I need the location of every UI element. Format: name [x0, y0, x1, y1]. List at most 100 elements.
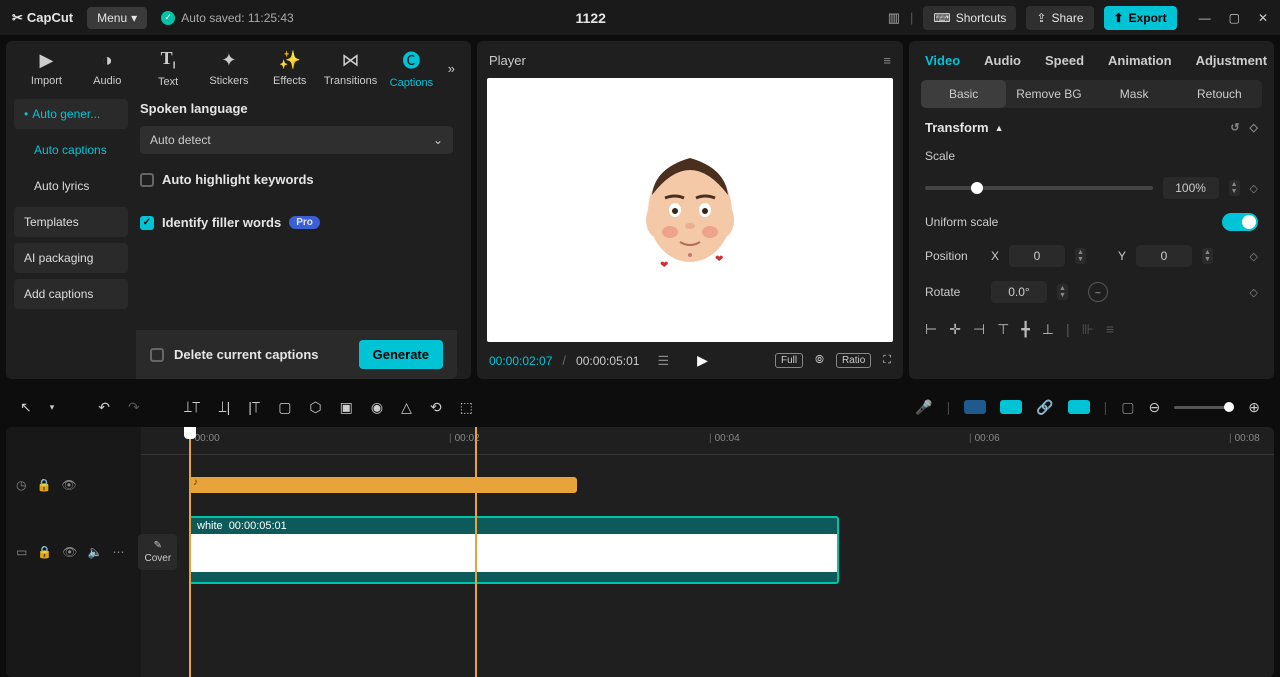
playhead[interactable]: [189, 427, 191, 677]
tab-captions[interactable]: 🅒Captions: [381, 47, 442, 89]
screenshot-icon[interactable]: ▢: [1121, 399, 1134, 416]
tab-import[interactable]: ▶Import: [16, 50, 77, 87]
zoom-slider[interactable]: [1174, 406, 1234, 409]
reset-icon[interactable]: ↺: [1230, 121, 1239, 134]
magnet-toggle[interactable]: [1000, 400, 1022, 414]
audio-clip[interactable]: [189, 477, 577, 493]
layout-icon[interactable]: ▥: [888, 10, 900, 26]
tab-audio[interactable]: Audio: [984, 53, 1021, 68]
snap-toggle[interactable]: [964, 400, 986, 414]
shortcuts-button[interactable]: ⌨Shortcuts: [923, 6, 1016, 30]
preview-toggle[interactable]: [1068, 400, 1090, 414]
pos-y-stepper[interactable]: ▲▼: [1202, 248, 1213, 264]
zoom-in-icon[interactable]: ⊕: [1248, 399, 1260, 416]
share-button[interactable]: ⇪Share: [1026, 6, 1093, 30]
pos-x-stepper[interactable]: ▲▼: [1075, 248, 1086, 264]
scrubber-line[interactable]: [475, 427, 477, 677]
keyframe-icon[interactable]: ◇: [1250, 121, 1258, 134]
play-button[interactable]: ▶: [697, 352, 708, 369]
keyframe-icon[interactable]: ◇: [1250, 286, 1258, 299]
distribute-h-icon[interactable]: ⊪: [1082, 321, 1094, 338]
link-icon[interactable]: 🔗: [1036, 399, 1053, 416]
cursor-dropdown-icon[interactable]: ▾: [50, 402, 55, 413]
sidebar-item-addcaptions[interactable]: Add captions: [14, 279, 128, 309]
sidebar-item-templates[interactable]: Templates: [14, 207, 128, 237]
align-bottom-icon[interactable]: ⊥: [1042, 321, 1054, 338]
transform-header[interactable]: Transform▲ ↺ ◇: [925, 120, 1258, 135]
mute-icon[interactable]: 🔈: [88, 545, 103, 559]
more-icon[interactable]: ⋯: [112, 545, 124, 559]
mirror-icon[interactable]: △: [401, 399, 412, 416]
zoom-out-icon[interactable]: ⊖: [1149, 399, 1161, 416]
sidebar-item-autolyrics[interactable]: Auto lyrics: [14, 171, 128, 201]
audio-track[interactable]: [141, 455, 1274, 510]
scale-value[interactable]: 100%: [1163, 177, 1219, 199]
minimize-button[interactable]: —: [1199, 11, 1211, 25]
scale-slider[interactable]: [925, 186, 1153, 190]
scale-stepper[interactable]: ▲▼: [1229, 180, 1240, 196]
crop-clip-icon[interactable]: ▢: [278, 399, 291, 416]
project-title[interactable]: 1122: [308, 10, 874, 26]
tab-stickers[interactable]: ✦Stickers: [198, 50, 259, 87]
lock-icon[interactable]: 🔒: [37, 545, 52, 559]
keyframe-icon[interactable]: ◇: [1250, 182, 1258, 195]
generate-button[interactable]: Generate: [359, 340, 443, 369]
subtab-mask[interactable]: Mask: [1092, 80, 1177, 108]
fullscreen-icon[interactable]: ⛶: [883, 354, 891, 367]
close-button[interactable]: ✕: [1258, 11, 1268, 25]
align-center-h-icon[interactable]: ✛: [949, 321, 961, 338]
undo-button[interactable]: ↶: [98, 399, 110, 416]
tab-transitions[interactable]: ⋈Transitions: [320, 50, 381, 87]
redo-button[interactable]: ↷: [128, 399, 140, 416]
more-tabs-icon[interactable]: »: [442, 61, 461, 76]
uniform-scale-toggle[interactable]: [1222, 213, 1258, 231]
crop-icon[interactable]: ⬚: [460, 399, 473, 416]
sidebar-item-autocaptions[interactable]: Auto captions: [14, 135, 128, 165]
list-icon[interactable]: ☰: [657, 353, 669, 369]
rotate-stepper[interactable]: ▲▼: [1057, 284, 1068, 300]
tab-adjustment[interactable]: Adjustment: [1196, 53, 1268, 68]
align-right-icon[interactable]: ⊣: [973, 321, 985, 338]
speed-icon[interactable]: ◉: [371, 399, 383, 416]
rotate-input[interactable]: 0.0°: [991, 281, 1047, 303]
language-select[interactable]: Auto detect⌄: [140, 126, 453, 154]
highlight-keywords-checkbox[interactable]: Auto highlight keywords: [140, 172, 453, 187]
distribute-v-icon[interactable]: ≡: [1106, 321, 1114, 338]
checkbox-icon[interactable]: [150, 348, 164, 362]
split-icon[interactable]: ⟘⟙: [184, 399, 201, 416]
menu-button[interactable]: Menu▾: [87, 7, 147, 29]
preview-canvas[interactable]: ❤ ❤: [487, 78, 893, 342]
keyframe-icon[interactable]: ◇: [1250, 250, 1258, 263]
lock-icon[interactable]: 🔒: [36, 478, 51, 492]
player-menu-icon[interactable]: ≡: [883, 53, 891, 68]
rotate-dial-icon[interactable]: –: [1088, 282, 1108, 302]
subtab-basic[interactable]: Basic: [921, 80, 1006, 108]
video-track[interactable]: white 00:00:05:01: [141, 510, 1274, 590]
video-track-icon[interactable]: ▭: [16, 545, 27, 559]
sidebar-item-aipackaging[interactable]: AI packaging: [14, 243, 128, 273]
tab-video[interactable]: Video: [925, 53, 960, 68]
export-button[interactable]: ⬆Export: [1104, 6, 1177, 30]
align-top-icon[interactable]: ⊤: [997, 321, 1009, 338]
trim-right-icon[interactable]: |⟙: [248, 399, 260, 416]
eye-icon[interactable]: 👁: [61, 478, 76, 492]
filler-words-checkbox[interactable]: ✓ Identify filler words Pro: [140, 215, 453, 230]
cursor-tool-icon[interactable]: ↖: [20, 399, 32, 416]
shield-icon[interactable]: ⬡: [309, 399, 321, 416]
align-center-v-icon[interactable]: ╋: [1021, 321, 1029, 338]
group-icon[interactable]: ▣: [340, 399, 353, 416]
tab-text[interactable]: TIText: [138, 48, 199, 88]
timeline-tracks[interactable]: 00:00 00:02 00:04 00:06 00:08 white 00:0…: [141, 427, 1274, 677]
focus-icon[interactable]: ⦾: [815, 354, 824, 367]
eye-icon[interactable]: 👁: [62, 545, 77, 559]
position-y-input[interactable]: 0: [1136, 245, 1192, 267]
tab-speed[interactable]: Speed: [1045, 53, 1084, 68]
clock-icon[interactable]: ◷: [16, 478, 26, 492]
subtab-retouch[interactable]: Retouch: [1177, 80, 1262, 108]
tab-audio[interactable]: ◑Audio: [77, 50, 138, 87]
trim-left-icon[interactable]: ⟘|: [218, 399, 230, 416]
position-x-input[interactable]: 0: [1009, 245, 1065, 267]
subtab-removebg[interactable]: Remove BG: [1006, 80, 1091, 108]
tab-animation[interactable]: Animation: [1108, 53, 1172, 68]
time-ruler[interactable]: 00:00 00:02 00:04 00:06 00:08: [141, 427, 1274, 455]
